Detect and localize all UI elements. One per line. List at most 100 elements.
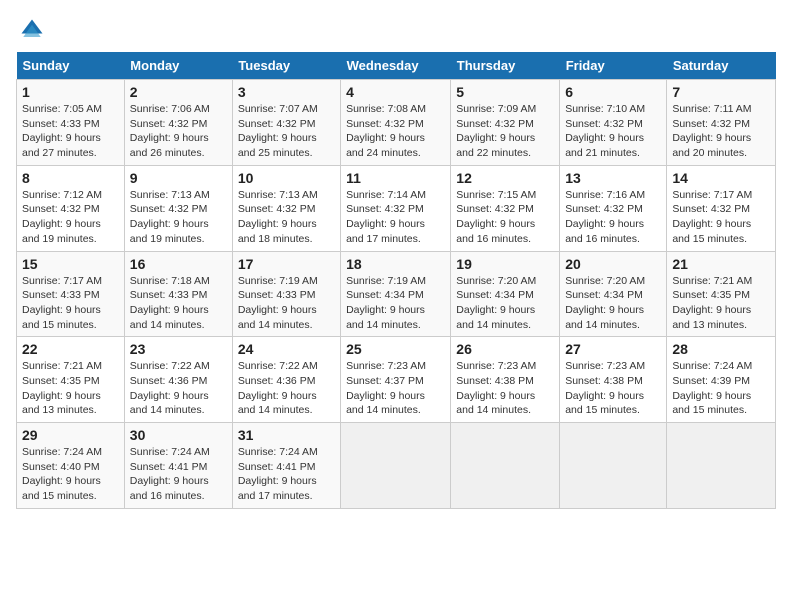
day-number: 25 — [346, 341, 445, 357]
day-info: Sunrise: 7:21 AMSunset: 4:35 PMDaylight:… — [672, 275, 752, 331]
calendar-cell: 18 Sunrise: 7:19 AMSunset: 4:34 PMDaylig… — [341, 251, 451, 337]
day-info: Sunrise: 7:19 AMSunset: 4:34 PMDaylight:… — [346, 275, 426, 331]
day-info: Sunrise: 7:24 AMSunset: 4:41 PMDaylight:… — [130, 446, 210, 502]
calendar-cell: 11 Sunrise: 7:14 AMSunset: 4:32 PMDaylig… — [341, 165, 451, 251]
day-info: Sunrise: 7:21 AMSunset: 4:35 PMDaylight:… — [22, 360, 102, 416]
day-info: Sunrise: 7:08 AMSunset: 4:32 PMDaylight:… — [346, 103, 426, 159]
header-saturday: Saturday — [667, 52, 776, 80]
day-info: Sunrise: 7:10 AMSunset: 4:32 PMDaylight:… — [565, 103, 645, 159]
day-number: 5 — [456, 84, 554, 100]
day-info: Sunrise: 7:17 AMSunset: 4:33 PMDaylight:… — [22, 275, 102, 331]
day-info: Sunrise: 7:22 AMSunset: 4:36 PMDaylight:… — [130, 360, 210, 416]
day-info: Sunrise: 7:12 AMSunset: 4:32 PMDaylight:… — [22, 189, 102, 245]
day-info: Sunrise: 7:14 AMSunset: 4:32 PMDaylight:… — [346, 189, 426, 245]
day-info: Sunrise: 7:17 AMSunset: 4:32 PMDaylight:… — [672, 189, 752, 245]
calendar-cell: 21 Sunrise: 7:21 AMSunset: 4:35 PMDaylig… — [667, 251, 776, 337]
day-info: Sunrise: 7:23 AMSunset: 4:37 PMDaylight:… — [346, 360, 426, 416]
calendar-cell: 3 Sunrise: 7:07 AMSunset: 4:32 PMDayligh… — [232, 80, 340, 166]
calendar-cell: 5 Sunrise: 7:09 AMSunset: 4:32 PMDayligh… — [451, 80, 560, 166]
day-info: Sunrise: 7:20 AMSunset: 4:34 PMDaylight:… — [565, 275, 645, 331]
calendar-cell: 25 Sunrise: 7:23 AMSunset: 4:37 PMDaylig… — [341, 337, 451, 423]
calendar-week-5: 29 Sunrise: 7:24 AMSunset: 4:40 PMDaylig… — [17, 423, 776, 509]
calendar-cell: 31 Sunrise: 7:24 AMSunset: 4:41 PMDaylig… — [232, 423, 340, 509]
day-number: 16 — [130, 256, 227, 272]
header-sunday: Sunday — [17, 52, 125, 80]
calendar-cell — [560, 423, 667, 509]
day-number: 9 — [130, 170, 227, 186]
logo — [16, 16, 46, 44]
calendar-cell: 14 Sunrise: 7:17 AMSunset: 4:32 PMDaylig… — [667, 165, 776, 251]
calendar-cell: 26 Sunrise: 7:23 AMSunset: 4:38 PMDaylig… — [451, 337, 560, 423]
day-number: 2 — [130, 84, 227, 100]
calendar-week-3: 15 Sunrise: 7:17 AMSunset: 4:33 PMDaylig… — [17, 251, 776, 337]
day-number: 31 — [238, 427, 335, 443]
day-info: Sunrise: 7:13 AMSunset: 4:32 PMDaylight:… — [238, 189, 318, 245]
day-info: Sunrise: 7:24 AMSunset: 4:39 PMDaylight:… — [672, 360, 752, 416]
logo-icon — [18, 16, 46, 44]
day-info: Sunrise: 7:22 AMSunset: 4:36 PMDaylight:… — [238, 360, 318, 416]
day-number: 20 — [565, 256, 661, 272]
day-number: 18 — [346, 256, 445, 272]
day-info: Sunrise: 7:05 AMSunset: 4:33 PMDaylight:… — [22, 103, 102, 159]
day-info: Sunrise: 7:20 AMSunset: 4:34 PMDaylight:… — [456, 275, 536, 331]
header-thursday: Thursday — [451, 52, 560, 80]
day-number: 11 — [346, 170, 445, 186]
day-number: 6 — [565, 84, 661, 100]
calendar-cell: 16 Sunrise: 7:18 AMSunset: 4:33 PMDaylig… — [124, 251, 232, 337]
day-number: 29 — [22, 427, 119, 443]
day-number: 13 — [565, 170, 661, 186]
day-number: 10 — [238, 170, 335, 186]
day-info: Sunrise: 7:09 AMSunset: 4:32 PMDaylight:… — [456, 103, 536, 159]
calendar-cell: 28 Sunrise: 7:24 AMSunset: 4:39 PMDaylig… — [667, 337, 776, 423]
calendar-cell: 30 Sunrise: 7:24 AMSunset: 4:41 PMDaylig… — [124, 423, 232, 509]
calendar-cell: 9 Sunrise: 7:13 AMSunset: 4:32 PMDayligh… — [124, 165, 232, 251]
day-number: 1 — [22, 84, 119, 100]
calendar-cell — [667, 423, 776, 509]
calendar-week-4: 22 Sunrise: 7:21 AMSunset: 4:35 PMDaylig… — [17, 337, 776, 423]
calendar-cell: 10 Sunrise: 7:13 AMSunset: 4:32 PMDaylig… — [232, 165, 340, 251]
day-info: Sunrise: 7:19 AMSunset: 4:33 PMDaylight:… — [238, 275, 318, 331]
day-number: 27 — [565, 341, 661, 357]
day-info: Sunrise: 7:07 AMSunset: 4:32 PMDaylight:… — [238, 103, 318, 159]
day-number: 3 — [238, 84, 335, 100]
calendar-cell: 2 Sunrise: 7:06 AMSunset: 4:32 PMDayligh… — [124, 80, 232, 166]
calendar-cell — [341, 423, 451, 509]
day-number: 22 — [22, 341, 119, 357]
calendar-cell: 23 Sunrise: 7:22 AMSunset: 4:36 PMDaylig… — [124, 337, 232, 423]
day-number: 19 — [456, 256, 554, 272]
calendar-cell: 22 Sunrise: 7:21 AMSunset: 4:35 PMDaylig… — [17, 337, 125, 423]
day-info: Sunrise: 7:24 AMSunset: 4:41 PMDaylight:… — [238, 446, 318, 502]
day-info: Sunrise: 7:11 AMSunset: 4:32 PMDaylight:… — [672, 103, 751, 159]
calendar-cell: 12 Sunrise: 7:15 AMSunset: 4:32 PMDaylig… — [451, 165, 560, 251]
day-number: 7 — [672, 84, 770, 100]
calendar-cell: 13 Sunrise: 7:16 AMSunset: 4:32 PMDaylig… — [560, 165, 667, 251]
calendar-cell: 24 Sunrise: 7:22 AMSunset: 4:36 PMDaylig… — [232, 337, 340, 423]
day-number: 28 — [672, 341, 770, 357]
day-info: Sunrise: 7:06 AMSunset: 4:32 PMDaylight:… — [130, 103, 210, 159]
day-number: 12 — [456, 170, 554, 186]
calendar-cell: 19 Sunrise: 7:20 AMSunset: 4:34 PMDaylig… — [451, 251, 560, 337]
calendar-cell: 4 Sunrise: 7:08 AMSunset: 4:32 PMDayligh… — [341, 80, 451, 166]
header-tuesday: Tuesday — [232, 52, 340, 80]
day-info: Sunrise: 7:15 AMSunset: 4:32 PMDaylight:… — [456, 189, 536, 245]
calendar-cell: 7 Sunrise: 7:11 AMSunset: 4:32 PMDayligh… — [667, 80, 776, 166]
day-info: Sunrise: 7:23 AMSunset: 4:38 PMDaylight:… — [456, 360, 536, 416]
calendar-cell: 17 Sunrise: 7:19 AMSunset: 4:33 PMDaylig… — [232, 251, 340, 337]
calendar-cell: 20 Sunrise: 7:20 AMSunset: 4:34 PMDaylig… — [560, 251, 667, 337]
header-friday: Friday — [560, 52, 667, 80]
day-number: 15 — [22, 256, 119, 272]
day-info: Sunrise: 7:24 AMSunset: 4:40 PMDaylight:… — [22, 446, 102, 502]
day-number: 8 — [22, 170, 119, 186]
calendar-cell: 1 Sunrise: 7:05 AMSunset: 4:33 PMDayligh… — [17, 80, 125, 166]
day-number: 30 — [130, 427, 227, 443]
calendar-week-2: 8 Sunrise: 7:12 AMSunset: 4:32 PMDayligh… — [17, 165, 776, 251]
header-monday: Monday — [124, 52, 232, 80]
calendar-cell: 27 Sunrise: 7:23 AMSunset: 4:38 PMDaylig… — [560, 337, 667, 423]
day-number: 24 — [238, 341, 335, 357]
calendar-table: SundayMondayTuesdayWednesdayThursdayFrid… — [16, 52, 776, 509]
day-number: 26 — [456, 341, 554, 357]
day-number: 17 — [238, 256, 335, 272]
page-header — [16, 16, 776, 44]
day-info: Sunrise: 7:18 AMSunset: 4:33 PMDaylight:… — [130, 275, 210, 331]
calendar-header-row: SundayMondayTuesdayWednesdayThursdayFrid… — [17, 52, 776, 80]
